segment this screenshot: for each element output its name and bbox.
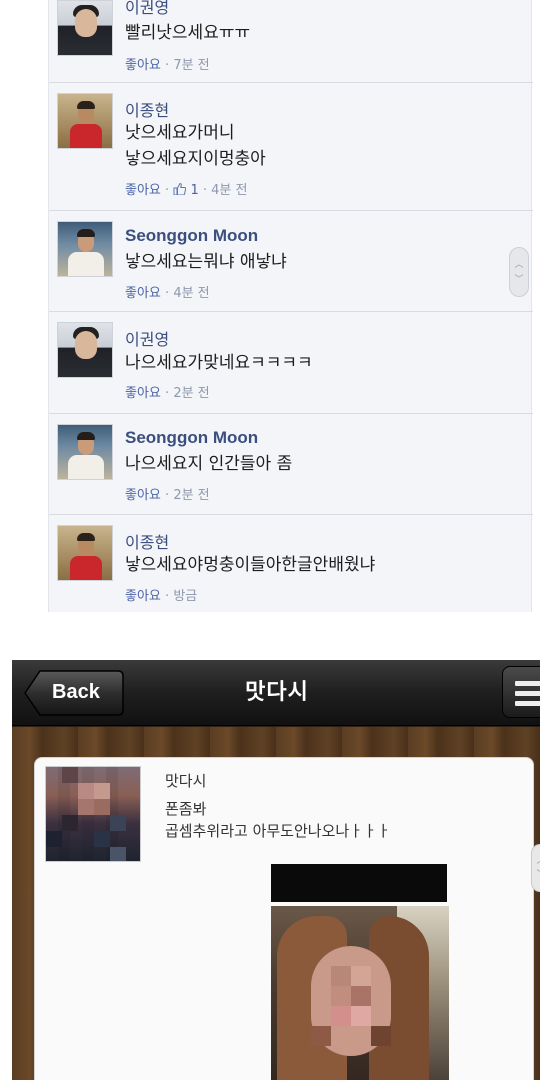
comment-thread: 이권영 빨리낫으세요ㅠㅠ 좋아요 · 7분 전 이종현 낫으세요가머니 낳으세요…: [48, 0, 533, 612]
chevron-up-icon: ︿: [514, 260, 524, 270]
comment-author[interactable]: 이종현: [125, 529, 169, 553]
comment-time: 방금: [173, 589, 198, 604]
scroll-handle[interactable]: ︿ ﹀: [531, 844, 540, 892]
avatar[interactable]: [57, 221, 113, 277]
entry-text: 폰좀봐: [165, 800, 207, 818]
chevron-up-icon: ︿: [536, 856, 540, 866]
comment-author[interactable]: Seonggon Moon: [125, 428, 258, 448]
comment-time: 2분 전: [173, 386, 210, 401]
avatar[interactable]: [57, 93, 113, 149]
comment-author[interactable]: 이권영: [125, 326, 169, 350]
like-link[interactable]: 좋아요: [125, 386, 161, 401]
comment-item: 이종현 낫으세요가머니 낳으세요지이멍충아 좋아요 · 1 · 4분 전: [49, 83, 533, 211]
avatar[interactable]: [57, 525, 113, 581]
wood-background: 맛다시 폰좀봐 곱셈추위라고 아무도안나오나ㅏㅏㅏ: [12, 727, 540, 1080]
like-link[interactable]: 좋아요: [125, 58, 161, 73]
comment-time: 4분 전: [211, 183, 248, 198]
screenshot-collage: 이권영 빨리낫으세요ㅠㅠ 좋아요 · 7분 전 이종현 낫으세요가머니 낳으세요…: [0, 0, 540, 1080]
comment-text: 낳으세요지이멍충아: [125, 149, 266, 169]
comment-item: 이권영 나으세요가맞네요ㅋㅋㅋㅋ 좋아요 · 2분 전: [49, 312, 533, 414]
comment-item: Seonggon Moon 낳으세요는뭐냐 애낳냐 좋아요 · 4분 전: [49, 211, 533, 312]
comment-meta: 좋아요 · 2분 전: [125, 386, 210, 401]
back-label: Back: [52, 681, 100, 703]
entry-photo[interactable]: [271, 906, 449, 1080]
entry-text: 곱셈추위라고 아무도안나오나ㅏㅏㅏ: [165, 822, 391, 840]
comment-text: 낫으세요가머니: [125, 123, 235, 143]
scroll-handle[interactable]: ︿ ﹀: [509, 247, 529, 297]
comment-text: 나으세요지 인간들아 좀: [125, 454, 293, 474]
diary-entry-card: 맛다시 폰좀봐 곱셈추위라고 아무도안나오나ㅏㅏㅏ: [34, 757, 540, 1080]
entry-author: 맛다시: [165, 772, 207, 790]
comment-author[interactable]: Seonggon Moon: [125, 226, 258, 246]
comment-text: 빨리낫으세요ㅠㅠ: [125, 23, 251, 43]
thumbs-up-icon: [173, 182, 190, 198]
app-title: 맛다시: [245, 680, 309, 705]
comment-text: 낳으세요는뭐냐 애낳냐: [125, 252, 287, 272]
comment-meta: 좋아요 · 1 · 4분 전: [125, 182, 248, 198]
comment-text: 나으세요가맞네요ㅋㅋㅋㅋ: [125, 353, 313, 373]
comment-meta: 좋아요 · 4분 전: [125, 286, 210, 301]
comment-item: Seonggon Moon 나으세요지 인간들아 좀 좋아요 · 2분 전: [49, 414, 533, 515]
chevron-down-icon: ﹀: [536, 870, 540, 880]
comment-meta: 좋아요 · 방금: [125, 589, 198, 604]
comment-time: 7분 전: [173, 58, 210, 73]
like-count: 1: [190, 183, 199, 198]
avatar[interactable]: [57, 322, 113, 378]
like-link[interactable]: 좋아요: [125, 183, 161, 198]
nav-bar: Back 맛다시: [12, 660, 540, 726]
comment-meta: 좋아요 · 2분 전: [125, 488, 210, 503]
profile-photo[interactable]: [45, 766, 141, 862]
comment-author[interactable]: 이권영: [125, 0, 169, 18]
comment-time: 2분 전: [173, 488, 210, 503]
back-button[interactable]: Back: [24, 670, 124, 716]
comment-text: 낳으세요야멍충이들아한글안배웠냐: [125, 555, 376, 575]
like-link[interactable]: 좋아요: [125, 488, 161, 503]
redaction-bar: [271, 864, 447, 902]
comment-item: 이종현 낳으세요야멍충이들아한글안배웠냐 좋아요 · 방금: [49, 515, 533, 612]
like-link[interactable]: 좋아요: [125, 286, 161, 301]
comment-item: 이권영 빨리낫으세요ㅠㅠ 좋아요 · 7분 전: [49, 0, 533, 83]
comment-meta: 좋아요 · 7분 전: [125, 58, 210, 73]
comment-time: 4분 전: [173, 286, 210, 301]
avatar[interactable]: [57, 424, 113, 480]
diary-app-screen: Back 맛다시 맛다시 폰좀봐 곱셈추위라고 아무도안나오나ㅏㅏㅏ: [12, 660, 540, 1080]
chevron-down-icon: ﹀: [514, 275, 524, 285]
avatar[interactable]: [57, 0, 113, 56]
hamburger-menu-icon[interactable]: [502, 666, 540, 718]
like-link[interactable]: 좋아요: [125, 589, 161, 604]
comment-author[interactable]: 이종현: [125, 97, 169, 121]
